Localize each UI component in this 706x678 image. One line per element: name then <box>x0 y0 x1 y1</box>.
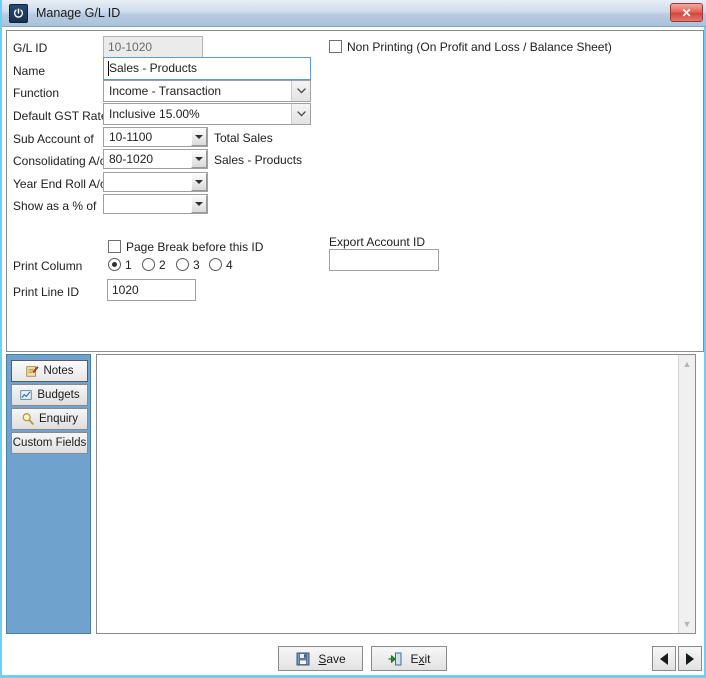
year-end-roll-ac-select[interactable] <box>103 172 208 192</box>
name-input[interactable]: Sales - Products <box>103 57 311 80</box>
arrow-left-icon <box>660 652 668 665</box>
manage-gl-id-window: Manage G/L ID ✕ G/L ID 10-1020 Name Sale… <box>0 0 706 678</box>
print-column-option-4-label: 4 <box>226 258 233 272</box>
scroll-up-icon[interactable]: ▲ <box>679 356 695 372</box>
print-line-id-input[interactable]: 1020 <box>107 279 196 301</box>
show-as-percent-of-select[interactable] <box>103 194 208 214</box>
exit-button-label: Exit <box>410 651 431 666</box>
sidebar-item-custom-fields[interactable]: Custom Fields <box>11 432 88 454</box>
power-icon <box>9 3 28 23</box>
exit-button[interactable]: Exit <box>371 646 447 671</box>
print-column-option-1-label: 1 <box>125 258 132 272</box>
close-icon[interactable]: ✕ <box>670 3 703 22</box>
sidebar-item-enquiry-label: Enquiry <box>39 413 78 425</box>
sidebar-item-notes-label: Notes <box>43 365 74 377</box>
sidebar-item-enquiry[interactable]: Enquiry <box>11 408 88 430</box>
print-column-radio-1[interactable] <box>108 258 121 271</box>
window-title: Manage G/L ID <box>36 6 121 20</box>
gl-detail-panel: G/L ID 10-1020 Name Sales - Products Fun… <box>6 30 704 352</box>
function-label: Function <box>13 86 60 100</box>
scroll-down-icon[interactable]: ▼ <box>679 616 695 632</box>
title-bar: Manage G/L ID ✕ <box>2 0 706 27</box>
page-break-checkbox[interactable] <box>108 240 121 253</box>
default-gst-rate-value: Inclusive 15.00% <box>109 107 200 121</box>
sidebar-item-budgets-label: Budgets <box>37 389 80 401</box>
save-button-label: Save <box>318 651 346 666</box>
dropdown-arrow-icon[interactable] <box>191 173 207 191</box>
arrow-right-icon <box>686 652 694 665</box>
exit-button-first: E <box>410 651 419 666</box>
name-input-value: Sales - Products <box>109 61 198 75</box>
chevron-down-icon[interactable] <box>291 81 310 101</box>
dropdown-arrow-icon[interactable] <box>191 128 207 146</box>
print-column-option-3-label: 3 <box>193 258 200 272</box>
sub-account-of-value: 10-1100 <box>109 130 153 144</box>
exit-button-rest: it <box>424 651 431 666</box>
page-break-label: Page Break before this ID <box>126 240 264 254</box>
sidebar-item-custom-fields-label: Custom Fields <box>12 437 87 449</box>
print-column-radio-4[interactable] <box>209 258 222 271</box>
print-column-option-2-label: 2 <box>159 258 166 272</box>
notes-panel[interactable]: ▲ ▼ <box>96 354 696 634</box>
export-account-id-input[interactable] <box>329 249 439 271</box>
default-gst-rate-label: Default GST Rate <box>13 109 108 123</box>
dropdown-arrow-icon[interactable] <box>191 150 207 168</box>
print-column-radio-3[interactable] <box>176 258 189 271</box>
print-line-id-label: Print Line ID <box>13 285 80 299</box>
gl-id-field: 10-1020 <box>103 36 203 58</box>
dropdown-arrow-icon[interactable] <box>191 195 207 213</box>
show-as-percent-of-label: Show as a % of <box>13 199 97 213</box>
function-select-value: Income - Transaction <box>109 84 222 98</box>
prev-record-button[interactable] <box>652 646 676 671</box>
consolidating-ac-value: 80-1020 <box>109 152 154 166</box>
default-gst-rate-select[interactable]: Inclusive 15.00% <box>103 103 311 125</box>
notepad-icon <box>26 366 40 377</box>
notes-scrollbar[interactable]: ▲ ▼ <box>678 355 695 633</box>
non-printing-checkbox[interactable] <box>329 40 342 53</box>
print-column-radio-2[interactable] <box>142 258 155 271</box>
consolidating-ac-label: Consolidating A/c <box>13 154 106 168</box>
save-button-rest: ave <box>326 651 346 666</box>
sidebar-item-budgets[interactable]: Budgets <box>11 384 88 406</box>
gl-id-label: G/L ID <box>13 41 48 55</box>
sidebar-item-notes[interactable]: Notes <box>11 360 88 382</box>
floppy-disk-icon <box>296 652 310 665</box>
text-caret <box>108 61 109 76</box>
chevron-down-icon[interactable] <box>291 104 310 124</box>
exit-door-icon <box>388 652 402 665</box>
consolidating-ac-description: Sales - Products <box>214 153 303 167</box>
sub-account-of-select[interactable]: 10-1100 <box>103 127 208 147</box>
consolidating-ac-select[interactable]: 80-1020 <box>103 149 208 169</box>
non-printing-label: Non Printing (On Profit and Loss / Balan… <box>347 40 612 54</box>
sub-account-of-description: Total Sales <box>214 131 273 145</box>
chart-icon <box>20 390 33 400</box>
print-column-label: Print Column <box>13 259 83 273</box>
side-tab-panel: Notes Budgets Enquiry Custom Fields <box>6 354 91 634</box>
sub-account-of-label: Sub Account of <box>13 132 94 146</box>
magnifier-icon <box>22 413 34 425</box>
function-select[interactable]: Income - Transaction <box>103 80 311 102</box>
next-record-button[interactable] <box>678 646 702 671</box>
name-label: Name <box>13 64 46 78</box>
save-button[interactable]: Save <box>278 646 363 671</box>
year-end-roll-ac-label: Year End Roll A/c <box>13 177 106 191</box>
